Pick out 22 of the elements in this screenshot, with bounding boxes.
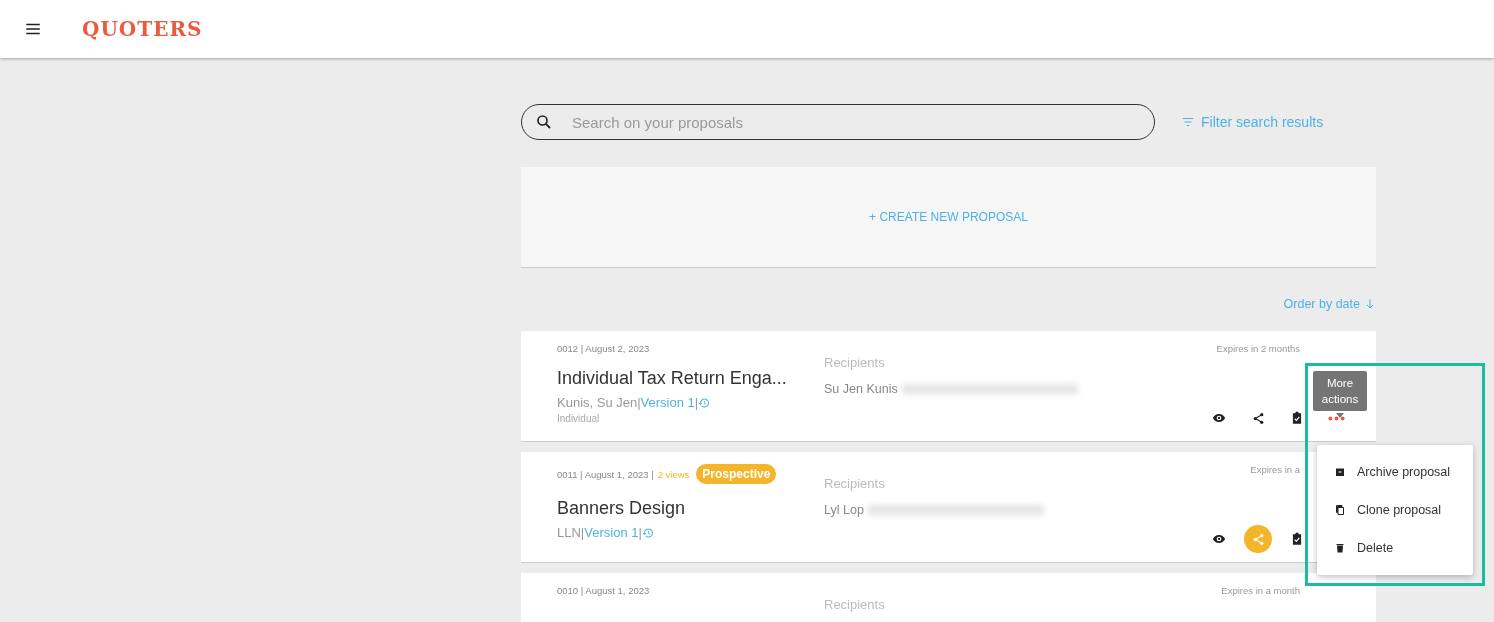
- client-name: LLN: [557, 525, 581, 540]
- expiry-text: Expires in 2 months: [1216, 343, 1300, 354]
- proposal-meta: 0012 | August 2, 2023: [557, 343, 650, 354]
- separator: |: [637, 395, 641, 410]
- tooltip: More actions: [1313, 371, 1367, 411]
- separator: |: [694, 395, 699, 410]
- proposal-meta: 0011 | August 1, 2023 |: [557, 468, 654, 480]
- app-logo: QUOTERS: [82, 17, 203, 41]
- proposal-meta: 0010 | August 1, 2023: [557, 585, 650, 596]
- view-count: 2 views: [657, 468, 690, 480]
- expiry-text: Expires in a: [1250, 464, 1300, 475]
- recipients-label: Recipients: [824, 597, 886, 612]
- proposal-type: Individual: [557, 413, 601, 424]
- separator: |: [638, 525, 642, 540]
- recipient-name: Su Jen Kunis: [824, 382, 898, 396]
- recipients-label: Recipients: [824, 476, 886, 491]
- recipient-name: Lyl Lop: [824, 503, 864, 517]
- expiry-text: Expires in a month: [1221, 585, 1300, 596]
- status-badge: Prospective: [696, 464, 777, 484]
- separator: |: [580, 525, 585, 540]
- client-name: Kunis, Su Jen: [557, 395, 638, 410]
- recipients-label: Recipients: [824, 355, 886, 370]
